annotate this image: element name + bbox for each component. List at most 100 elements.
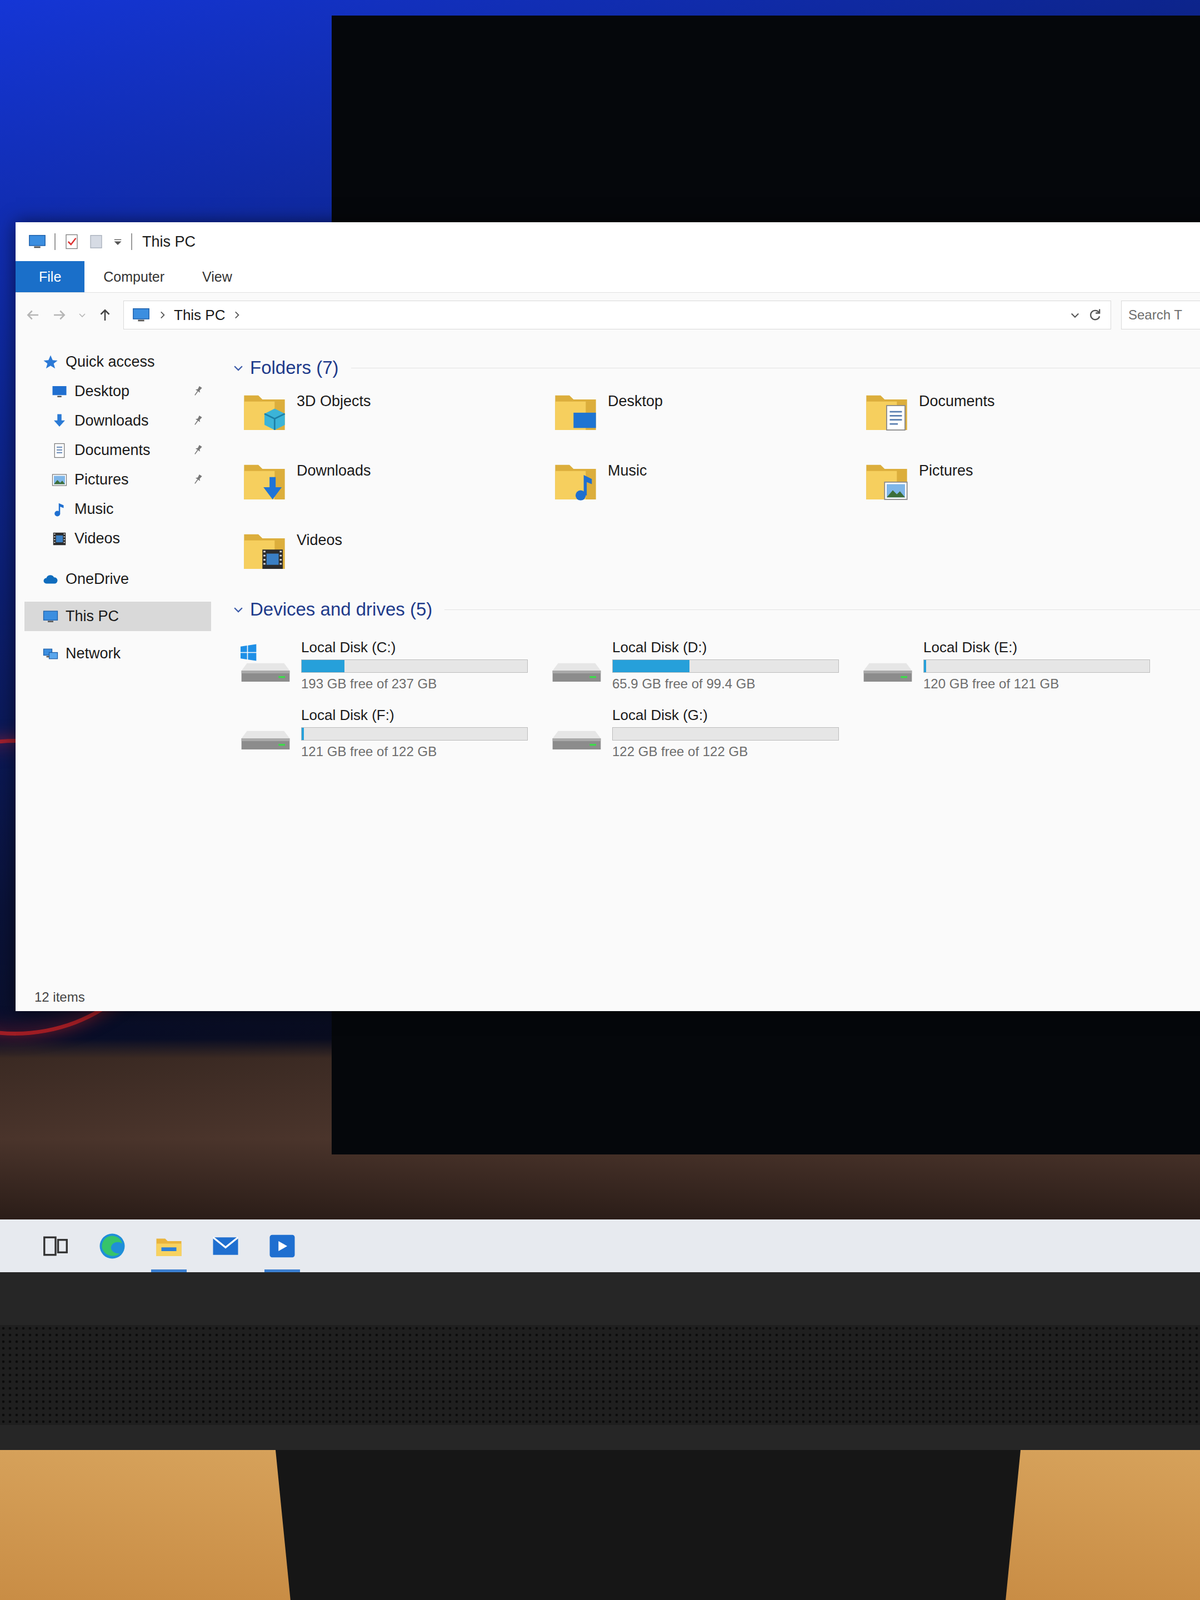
taskbar-button[interactable] xyxy=(33,1219,78,1273)
folder-label[interactable]: 3D Objects xyxy=(296,387,372,410)
drive-tile[interactable]: Local Disk (G:)122 GB free of 122 GB xyxy=(548,698,860,767)
taskbar-button[interactable] xyxy=(203,1219,248,1273)
sidebar-item[interactable]: Documents xyxy=(24,435,212,465)
address-bar[interactable]: This PC xyxy=(123,300,1112,330)
up-arrow-icon[interactable] xyxy=(96,306,114,324)
edge-icon[interactable] xyxy=(97,1231,128,1262)
pictures-folder-icon[interactable] xyxy=(862,456,912,506)
hard-drive-icon[interactable] xyxy=(860,642,916,688)
hard-drive-icon[interactable] xyxy=(237,642,294,688)
chevron-icon[interactable] xyxy=(157,310,168,320)
folder-label[interactable]: Pictures xyxy=(918,456,974,480)
customize-toolbar-icon[interactable] xyxy=(112,236,124,248)
chevron-icon[interactable] xyxy=(231,310,242,320)
refresh-icon[interactable] xyxy=(1087,307,1103,323)
sidebar-item[interactable]: OneDrive xyxy=(24,564,212,594)
pin-slot[interactable] xyxy=(191,443,206,458)
folder-tile[interactable]: Downloads xyxy=(240,456,552,527)
back-arrow-icon[interactable] xyxy=(24,306,42,324)
folder-tile[interactable]: Pictures xyxy=(862,456,1174,527)
hard-drive-icon[interactable] xyxy=(548,710,605,755)
expand-chevron-icon[interactable] xyxy=(232,603,245,616)
task-view-icon[interactable] xyxy=(40,1231,71,1262)
desktop-folder-icon[interactable] xyxy=(551,387,600,437)
sidebar-label[interactable]: Documents xyxy=(74,441,185,459)
sidebar-item[interactable]: Pictures xyxy=(24,465,212,495)
sidebar-item[interactable]: Quick access xyxy=(24,347,212,377)
back-arrow-icon[interactable] xyxy=(24,306,42,324)
sidebar-label[interactable]: Downloads xyxy=(74,412,185,430)
videos-folder-icon[interactable] xyxy=(240,526,289,575)
pin-slot[interactable] xyxy=(191,413,206,429)
pin-icon[interactable] xyxy=(191,384,205,398)
pin-slot[interactable] xyxy=(191,355,206,370)
pin-slot[interactable] xyxy=(191,531,206,547)
videos-folder-icon[interactable] xyxy=(240,526,289,575)
pin-slot[interactable] xyxy=(191,646,206,662)
sidebar-label[interactable]: Pictures xyxy=(74,471,185,489)
properties-icon[interactable] xyxy=(63,233,80,250)
dropdown-icon[interactable] xyxy=(1069,309,1081,321)
music-folder-icon[interactable] xyxy=(551,456,600,506)
sidebar-label[interactable]: Quick access xyxy=(65,353,185,371)
pin-icon[interactable] xyxy=(191,472,205,487)
sidebar-label[interactable]: Music xyxy=(74,500,185,518)
taskbar-button[interactable] xyxy=(90,1219,135,1273)
pin-icon[interactable] xyxy=(191,443,205,457)
chevron-icon[interactable] xyxy=(157,310,168,320)
pin-icon[interactable] xyxy=(191,443,205,457)
explorer-window[interactable]: This PCFileComputerViewThis PCQuick acce… xyxy=(15,222,1200,1012)
pin-slot[interactable] xyxy=(191,384,206,399)
documents-folder-icon[interactable] xyxy=(862,387,912,437)
refresh-icon[interactable] xyxy=(1087,307,1103,323)
pin-slot[interactable] xyxy=(191,472,206,488)
sidebar-item[interactable]: Videos xyxy=(24,523,212,554)
drive-label[interactable]: Local Disk (F:) xyxy=(301,706,528,724)
sidebar-item[interactable]: Downloads xyxy=(24,406,212,436)
up-arrow-icon[interactable] xyxy=(96,306,114,324)
3d-objects-folder-icon[interactable] xyxy=(240,387,289,437)
mail-icon[interactable] xyxy=(210,1231,241,1262)
pin-slot[interactable] xyxy=(191,572,206,587)
drive-label[interactable]: Local Disk (G:) xyxy=(612,706,839,724)
folder-label[interactable]: Music xyxy=(607,456,648,480)
mail-icon[interactable] xyxy=(210,1231,241,1262)
sidebar-label[interactable]: OneDrive xyxy=(65,570,185,588)
pin-slot[interactable] xyxy=(191,609,206,624)
downloads-folder-icon[interactable] xyxy=(240,456,289,506)
media-icon[interactable] xyxy=(267,1231,298,1262)
ribbon-tab[interactable]: Computer xyxy=(84,261,184,293)
hard-drive-icon[interactable] xyxy=(860,642,916,688)
customize-toolbar-icon[interactable] xyxy=(112,236,124,248)
breadcrumb[interactable]: This PC xyxy=(173,306,225,324)
properties-icon[interactable] xyxy=(63,233,80,250)
folder-label[interactable]: Documents xyxy=(918,387,995,410)
sidebar-item[interactable]: Music xyxy=(24,494,212,524)
expand-chevron-icon[interactable] xyxy=(232,361,245,374)
ribbon-tab[interactable]: File xyxy=(15,261,85,293)
hard-drive-icon[interactable] xyxy=(548,642,605,688)
media-icon[interactable] xyxy=(267,1231,298,1262)
search-input[interactable] xyxy=(1128,307,1200,323)
pin-icon[interactable] xyxy=(191,413,205,428)
explorer-icon[interactable] xyxy=(153,1231,184,1262)
drives-heading[interactable]: Devices and drives (5) xyxy=(232,595,1200,624)
task-view-icon[interactable] xyxy=(40,1231,71,1262)
forward-arrow-icon[interactable] xyxy=(51,306,68,324)
hard-drive-icon[interactable] xyxy=(237,710,294,755)
folder-tile[interactable]: 3D Objects xyxy=(240,387,552,457)
sidebar-item[interactable]: Desktop xyxy=(24,376,212,407)
folder-label[interactable]: Desktop xyxy=(607,387,663,410)
pin-slot[interactable] xyxy=(191,502,206,517)
documents-folder-icon[interactable] xyxy=(862,387,912,437)
drive-label[interactable]: Local Disk (D:) xyxy=(612,638,839,657)
folder-tile[interactable]: Music xyxy=(551,456,863,527)
chevron-icon[interactable] xyxy=(231,310,242,320)
drive-label[interactable]: Local Disk (E:) xyxy=(923,638,1150,657)
taskbar-button[interactable] xyxy=(260,1219,305,1273)
folder-label[interactable]: Videos xyxy=(296,526,343,549)
pin-icon[interactable] xyxy=(191,472,205,487)
drive-tile[interactable]: Local Disk (E:)120 GB free of 121 GB xyxy=(860,631,1172,699)
folder-tile[interactable]: Videos xyxy=(240,526,552,596)
new-folder-icon[interactable] xyxy=(87,233,105,250)
